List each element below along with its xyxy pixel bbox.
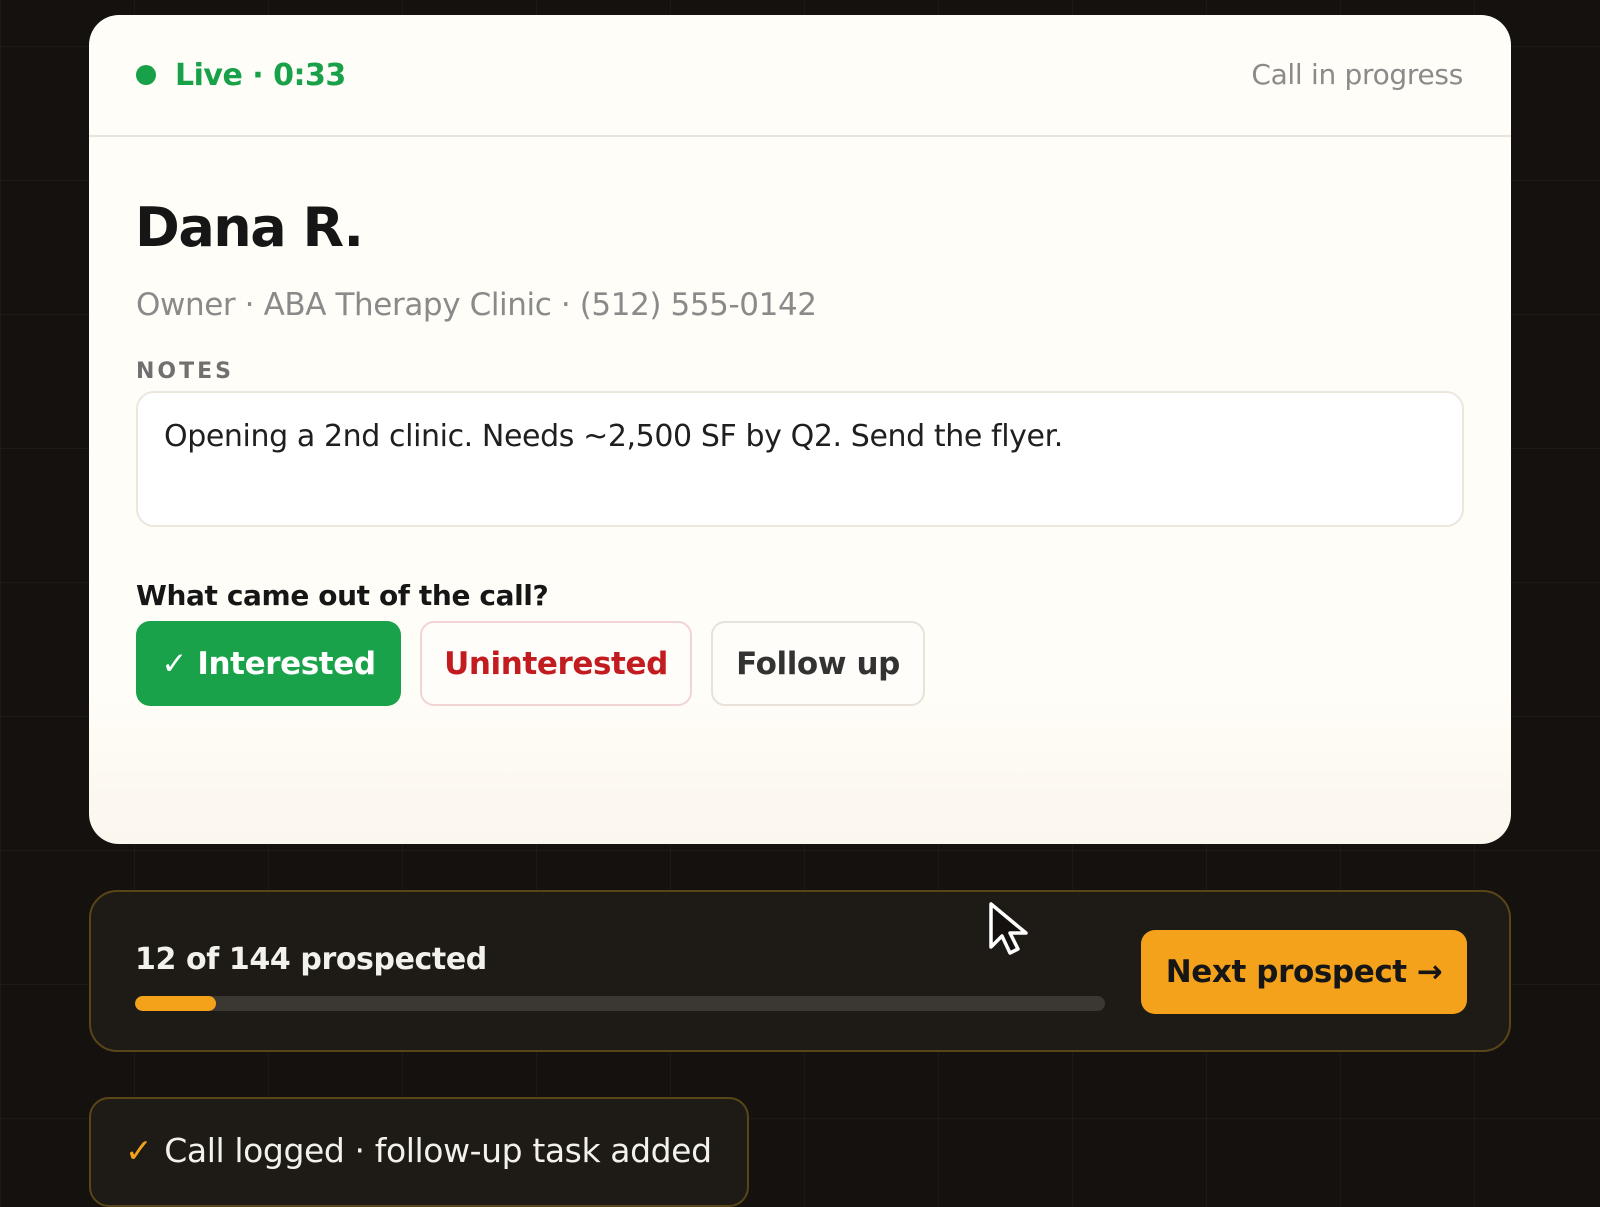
uninterested-button[interactable]: Uninterested — [420, 621, 692, 706]
mouse-cursor-icon — [989, 902, 1028, 955]
progress-bar — [135, 996, 1105, 1011]
toast-notification: ✓ Call logged · follow-up task added — [89, 1097, 749, 1207]
notes-field[interactable]: Opening a 2nd clinic. Needs ~2,500 SF by… — [136, 391, 1464, 527]
toast-message: Call logged · follow-up task added — [164, 1130, 712, 1170]
outcome-buttons: ✓ Interested Uninterested Follow up — [136, 621, 944, 706]
call-card: Live · 0:33 Call in progress Dana R. Own… — [89, 15, 1511, 844]
progress-label: 12 of 144 prospected — [135, 942, 487, 977]
arrow-right-icon: → — [1416, 954, 1443, 990]
progress-fill — [135, 996, 216, 1011]
live-timer: Live · 0:33 — [175, 57, 346, 93]
next-prospect-label: Next prospect — [1165, 954, 1407, 990]
live-indicator: Live · 0:33 — [136, 55, 346, 95]
notes-label: NOTES — [136, 359, 234, 384]
live-dot-icon — [136, 65, 156, 85]
next-prospect-button[interactable]: Next prospect → — [1141, 930, 1467, 1014]
follow-up-button[interactable]: Follow up — [711, 621, 925, 706]
call-header: Live · 0:33 Call in progress — [89, 15, 1511, 137]
outcome-question: What came out of the call? — [136, 579, 549, 612]
prospect-name: Dana R. — [135, 196, 364, 259]
check-icon: ✓ — [125, 1130, 153, 1170]
interested-button[interactable]: ✓ Interested — [136, 621, 401, 706]
call-status: Call in progress — [1251, 58, 1463, 91]
progress-panel: 12 of 144 prospected Next prospect → — [89, 890, 1511, 1052]
prospect-details: Owner · ABA Therapy Clinic · (512) 555-0… — [136, 287, 817, 323]
